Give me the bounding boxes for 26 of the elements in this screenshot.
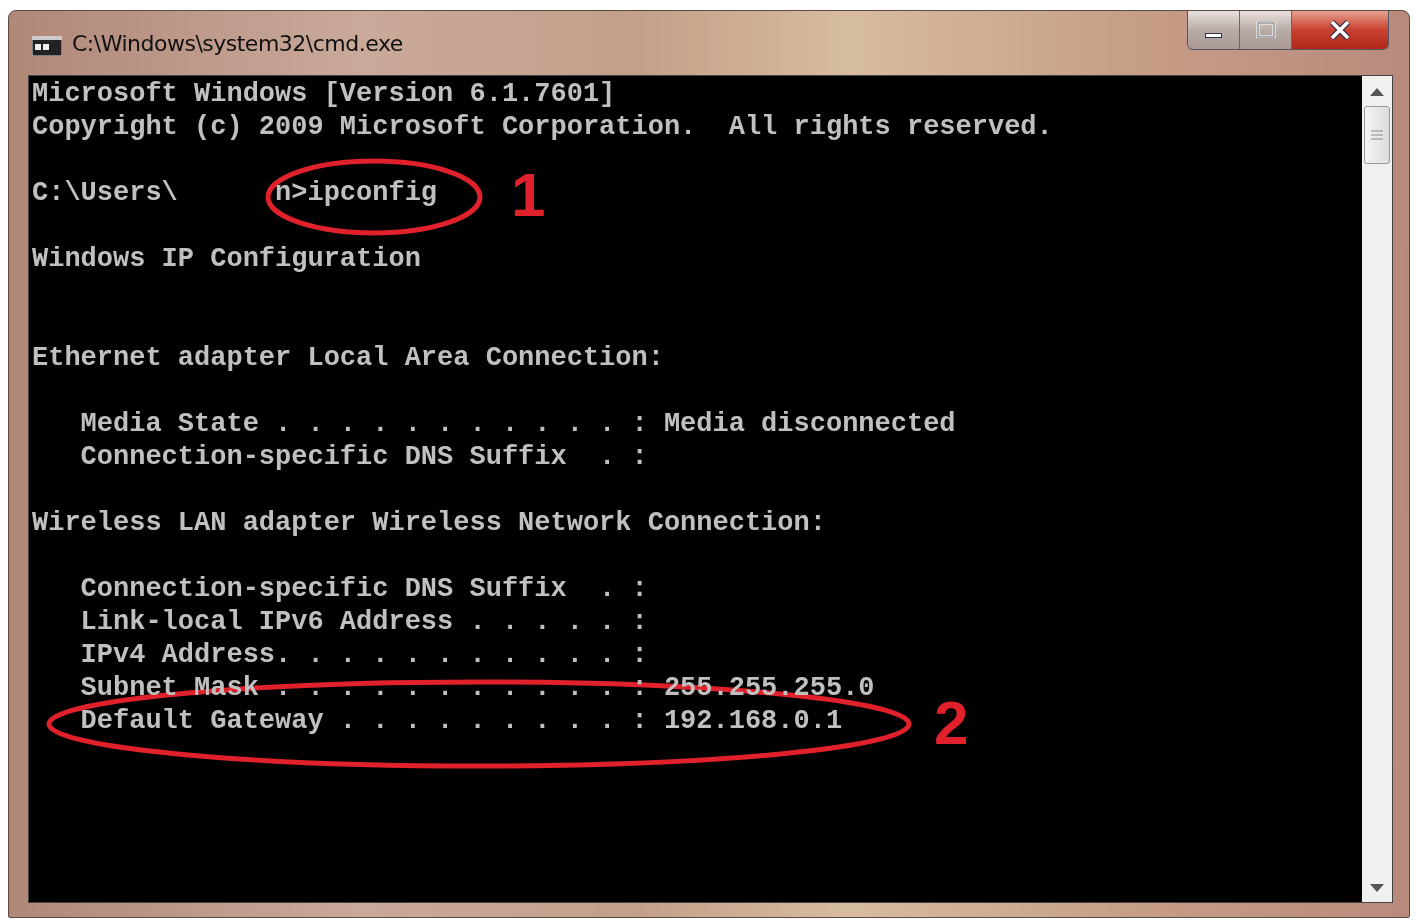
console-line: Copyright (c) 2009 Microsoft Corporation. All rights reserved. xyxy=(32,111,1053,144)
close-icon xyxy=(1328,20,1352,40)
close-button[interactable] xyxy=(1292,11,1388,49)
annotation-number: 2 xyxy=(934,692,969,754)
console-line: Ethernet adapter Local Area Connection: xyxy=(32,342,664,375)
console-line: Default Gateway . . . . . . . . . : 192.168.0.1 xyxy=(79,705,843,738)
command-text: n>ipconfig xyxy=(275,178,438,208)
console-line: Link-local IPv6 Address . . . . . : xyxy=(79,606,648,639)
prompt-path: C:\Users\ xyxy=(32,178,178,208)
scroll-down-icon[interactable] xyxy=(1370,884,1384,892)
console-icon xyxy=(32,36,62,56)
console-line: Microsoft Windows [Version 6.1.7601] xyxy=(32,78,616,111)
console-line: Connection-specific DNS Suffix . : xyxy=(79,573,648,606)
scroll-up-icon[interactable] xyxy=(1370,88,1384,96)
scrollbar[interactable] xyxy=(1362,76,1392,902)
console-line: Connection-specific DNS Suffix . : xyxy=(79,441,648,474)
console-line: Windows IP Configuration xyxy=(32,243,421,276)
maximize-icon xyxy=(1255,22,1276,38)
minimize-icon xyxy=(1205,32,1222,38)
minimize-button[interactable] xyxy=(1188,11,1240,49)
scrollbar-thumb[interactable] xyxy=(1364,106,1390,164)
console-line: Media State . . . . . . . . . . . : Media disconnected xyxy=(79,408,956,441)
console-line: Wireless LAN adapter Wireless Network Connection: xyxy=(32,507,826,540)
window-title: C:\Windows\system32\cmd.exe xyxy=(72,31,403,56)
annotation-number: 1 xyxy=(511,164,546,226)
console-line: IPv4 Address. . . . . . . . . . . : xyxy=(79,639,648,672)
